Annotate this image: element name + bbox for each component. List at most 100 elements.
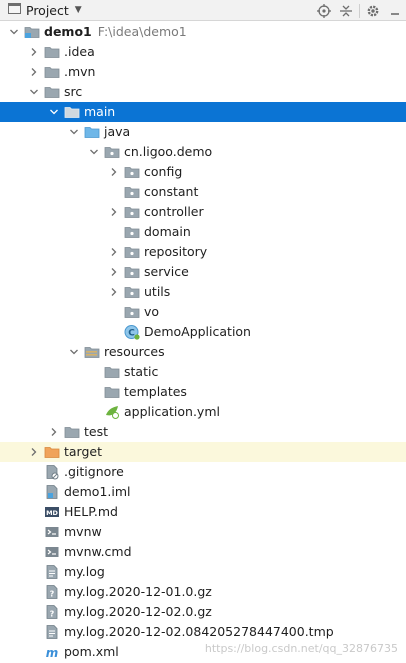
tree-row-constant[interactable]: constant (0, 182, 406, 202)
tree-row-java[interactable]: java (0, 122, 406, 142)
package-icon (124, 224, 140, 240)
folder-icon (64, 424, 80, 440)
chevron-right-icon[interactable] (28, 62, 40, 82)
tree-item-label: src (64, 84, 83, 99)
project-view-selector[interactable]: Project ▼ (0, 0, 82, 21)
tree-row-my-log-gz-2[interactable]: ? my.log.2020-12-02.0.gz (0, 602, 406, 622)
chevron-right-icon[interactable] (28, 442, 40, 462)
toolbar-separator (359, 3, 360, 18)
spring-config-icon (104, 404, 120, 420)
tree-row-mvn[interactable]: .mvn (0, 62, 406, 82)
tree-item-label: service (144, 264, 189, 279)
tree-row-config[interactable]: config (0, 162, 406, 182)
minimize-icon[interactable] (384, 0, 406, 21)
tree-row-target[interactable]: target (0, 442, 406, 462)
tree-row-templates[interactable]: templates (0, 382, 406, 402)
chevron-right-icon[interactable] (48, 422, 60, 442)
tree-row-src[interactable]: src (0, 82, 406, 102)
tree-item-label: my.log (64, 564, 105, 579)
tree-row-demo1-iml[interactable]: demo1.iml (0, 482, 406, 502)
tree-item-label: application.yml (124, 404, 220, 419)
tree-item-label: mvnw (64, 524, 102, 539)
tree-row-mvnw[interactable]: mvnw (0, 522, 406, 542)
tree-item-label: cn.ligoo.demo (124, 144, 213, 159)
folder-icon (104, 364, 120, 380)
tree-row-idea[interactable]: .idea (0, 42, 406, 62)
chevron-right-icon[interactable] (108, 162, 120, 182)
maven-file-icon: m (44, 644, 60, 660)
tree-item-label: target (64, 444, 103, 459)
tree-item-label: templates (124, 384, 187, 399)
package-icon (124, 284, 140, 300)
chevron-down-icon[interactable] (88, 142, 100, 162)
package-icon (124, 264, 140, 280)
tree-item-label: controller (144, 204, 204, 219)
collapse-all-icon[interactable] (335, 0, 357, 21)
chevron-down-icon[interactable] (8, 22, 20, 42)
tree-row-help-md[interactable]: MD HELP.md (0, 502, 406, 522)
tree-item-label: config (144, 164, 183, 179)
chevron-right-icon[interactable] (28, 42, 40, 62)
watermark: https://blog.csdn.net/qq_32876735 (204, 642, 398, 655)
tree-row-my-log[interactable]: my.log (0, 562, 406, 582)
tree-row-cn-ligoo-demo[interactable]: cn.ligoo.demo (0, 142, 406, 162)
tree-row-demo-application[interactable]: C DemoApplication (0, 322, 406, 342)
spring-class-icon: C (124, 324, 140, 340)
tree-item-label: java (104, 124, 131, 139)
chevron-right-icon[interactable] (108, 262, 120, 282)
svg-text:m: m (46, 646, 59, 660)
tree-row-application-yml[interactable]: application.yml (0, 402, 406, 422)
locate-icon[interactable] (313, 0, 335, 21)
markdown-file-icon: MD (44, 504, 60, 520)
tree-item-label: constant (144, 184, 199, 199)
script-file-icon (44, 544, 60, 560)
chevron-down-icon[interactable] (28, 82, 40, 102)
package-icon (124, 304, 140, 320)
chevron-down-icon[interactable] (68, 122, 80, 142)
chevron-right-icon[interactable] (108, 242, 120, 262)
package-icon (124, 204, 140, 220)
tree-item-label: vo (144, 304, 160, 319)
tree-item-label: .mvn (64, 64, 96, 79)
tree-row-gitignore[interactable]: .gitignore (0, 462, 406, 482)
tree-item-label: demo1.iml (64, 484, 131, 499)
tree-row-service[interactable]: service (0, 262, 406, 282)
tree-item-label: DemoApplication (144, 324, 251, 339)
tree-row-utils[interactable]: utils (0, 282, 406, 302)
resources-folder-icon (84, 344, 100, 360)
tree-item-label: test (84, 424, 109, 439)
tree-item-label: my.log.2020-12-02.084205278447400.tmp (64, 624, 334, 639)
tree-row-controller[interactable]: controller (0, 202, 406, 222)
tree-item-label: repository (144, 244, 208, 259)
gear-icon[interactable] (362, 0, 384, 21)
toolbar-actions (313, 0, 406, 21)
package-icon (124, 244, 140, 260)
tree-row-test[interactable]: test (0, 422, 406, 442)
unknown-file-icon: ? (44, 604, 60, 620)
tree-row-vo[interactable]: vo (0, 302, 406, 322)
folder-icon (64, 104, 80, 120)
tree-row-my-log-gz-1[interactable]: ? my.log.2020-12-01.0.gz (0, 582, 406, 602)
tree-row-main[interactable]: main (0, 102, 406, 122)
tree-row-domain[interactable]: domain (0, 222, 406, 242)
folder-icon (44, 64, 60, 80)
tree-row-resources[interactable]: resources (0, 342, 406, 362)
chevron-right-icon[interactable] (108, 202, 120, 222)
chevron-down-icon[interactable] (48, 102, 60, 122)
folder-icon (44, 84, 60, 100)
chevron-right-icon[interactable] (108, 282, 120, 302)
module-folder-icon (24, 24, 40, 40)
tree-item-label: HELP.md (64, 504, 118, 519)
chevron-down-icon[interactable] (68, 342, 80, 362)
tree-row-static[interactable]: static (0, 362, 406, 382)
package-icon (124, 164, 140, 180)
tree-row-mvnw-cmd[interactable]: mvnw.cmd (0, 542, 406, 562)
text-file-icon (44, 624, 60, 640)
tree-row-demo1[interactable]: demo1 F:\idea\demo1 (0, 22, 406, 42)
tree-row-repository[interactable]: repository (0, 242, 406, 262)
tree-item-label: demo1 F:\idea\demo1 (44, 24, 187, 39)
tree-row-my-log-tmp[interactable]: my.log.2020-12-02.084205278447400.tmp (0, 622, 406, 642)
svg-text:?: ? (50, 610, 55, 619)
folder-icon (44, 44, 60, 60)
module-path: F:\idea\demo1 (97, 24, 187, 39)
